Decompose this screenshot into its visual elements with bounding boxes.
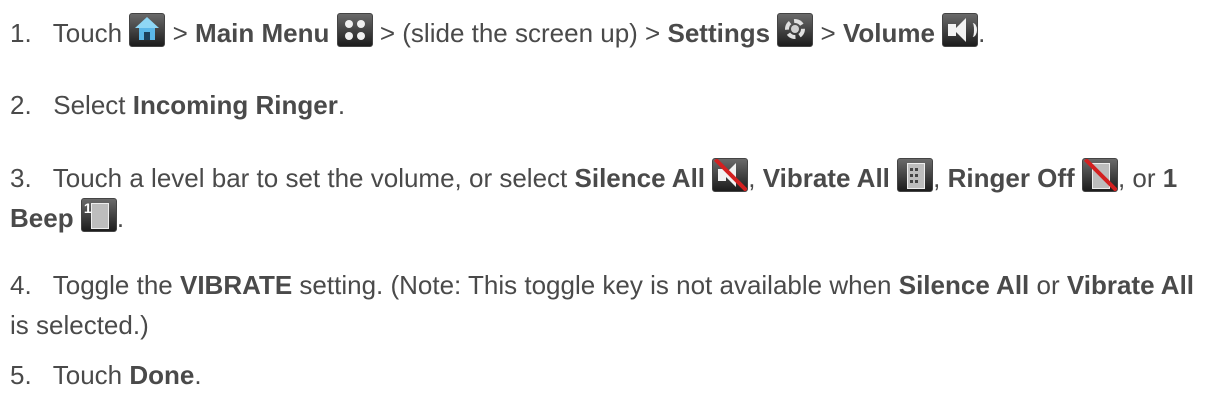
ringer-off-label: Ringer Off <box>947 163 1075 193</box>
home-icon <box>129 13 166 47</box>
separator: , <box>933 163 941 193</box>
step-4: 4. Toggle the VIBRATE setting. (Note: Th… <box>10 265 1206 345</box>
step-end: . <box>337 90 346 120</box>
incoming-ringer-label: Incoming Ringer <box>132 90 338 120</box>
one-beep-icon: 1 <box>80 198 117 232</box>
separator: , <box>748 163 756 193</box>
volume-speaker-icon <box>942 13 979 47</box>
step-text: or <box>1036 270 1060 300</box>
separator: , or <box>1117 163 1156 193</box>
silence-all-icon <box>712 158 749 192</box>
step-text: is selected.) <box>10 310 149 340</box>
step-5: 5. Touch Done. <box>10 355 1206 395</box>
settings-gear-icon <box>777 13 814 47</box>
step-end: . <box>116 203 125 233</box>
ringer-off-icon <box>1081 158 1118 192</box>
step-2: 2. Select Incoming Ringer. <box>10 85 1206 125</box>
separator: > (slide the screen up) > <box>379 18 661 48</box>
step-end: . <box>978 18 986 48</box>
step-number: 3. <box>10 163 32 193</box>
step-text: Toggle the <box>52 270 173 300</box>
vibrate-all-label: Vibrate All <box>1066 270 1195 300</box>
vibrate-setting-label: VIBRATE <box>179 270 293 300</box>
settings-label: Settings <box>667 18 771 48</box>
step-text: setting. (Note: This toggle key is not a… <box>299 270 892 300</box>
step-end: . <box>194 360 202 390</box>
main-menu-label: Main Menu <box>195 18 330 48</box>
instruction-steps: 1. Touch > Main Menu > (slide the screen… <box>0 0 1214 405</box>
step-text: Select <box>53 90 126 120</box>
vibrate-all-icon <box>897 158 934 192</box>
separator: > <box>820 18 836 48</box>
step-number: 4. <box>10 270 32 300</box>
volume-label: Volume <box>842 18 935 48</box>
step-1: 1. Touch > Main Menu > (slide the screen… <box>10 13 1206 53</box>
done-label: Done <box>129 360 195 390</box>
step-text: Touch a level bar to set the volume, or … <box>52 163 568 193</box>
step-number: 1. <box>10 18 32 48</box>
main-menu-icon <box>336 13 373 47</box>
step-number: 2. <box>10 90 32 120</box>
step-number: 5. <box>10 360 32 390</box>
silence-all-label: Silence All <box>574 163 706 193</box>
step-3: 3. Touch a level bar to set the volume, … <box>10 158 1206 238</box>
vibrate-all-label: Vibrate All <box>762 163 890 193</box>
step-text: Touch <box>52 18 123 48</box>
step-text: Touch <box>52 360 123 390</box>
silence-all-label: Silence All <box>898 270 1030 300</box>
separator: > <box>172 18 188 48</box>
